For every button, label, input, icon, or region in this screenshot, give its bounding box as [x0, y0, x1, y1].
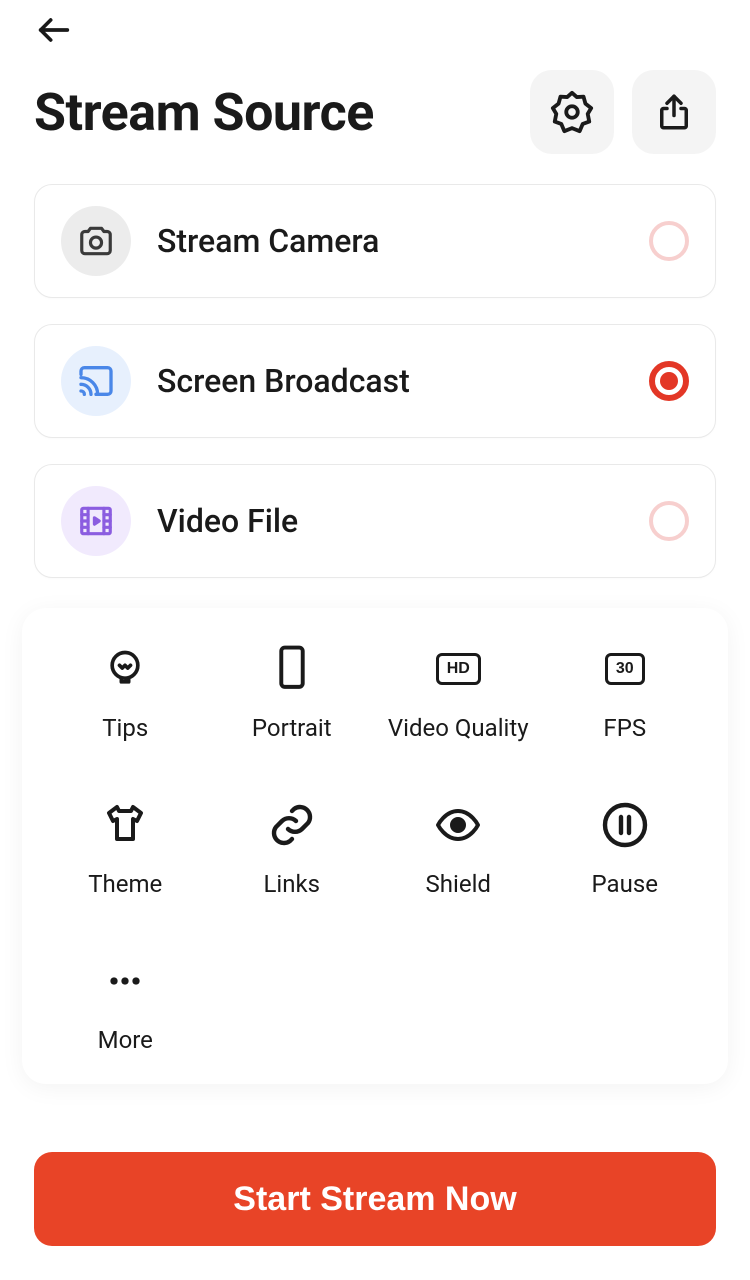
source-item-video-file[interactable]: Video File — [34, 464, 716, 578]
start-stream-button[interactable]: Start Stream Now — [34, 1152, 716, 1246]
cast-icon — [61, 346, 131, 416]
link-icon — [267, 800, 317, 850]
option-more[interactable]: More — [42, 956, 209, 1054]
option-label: Video Quality — [388, 714, 529, 742]
source-label: Stream Camera — [157, 222, 649, 260]
camera-icon — [61, 206, 131, 276]
radio-video-file[interactable] — [649, 501, 689, 541]
fps-icon: 30 — [600, 644, 650, 694]
hd-icon: HD — [433, 644, 483, 694]
gear-icon — [549, 89, 595, 135]
option-label: Links — [263, 870, 320, 898]
shirt-icon — [100, 800, 150, 850]
option-label: Tips — [102, 714, 148, 742]
option-theme[interactable]: Theme — [42, 800, 209, 898]
source-item-broadcast[interactable]: Screen Broadcast — [34, 324, 716, 438]
film-icon — [61, 486, 131, 556]
portrait-icon — [267, 644, 317, 694]
back-button[interactable] — [34, 10, 74, 50]
option-label: Portrait — [252, 714, 332, 742]
arrow-left-icon — [34, 10, 74, 50]
option-pause[interactable]: Pause — [542, 800, 709, 898]
page-title: Stream Source — [34, 82, 374, 143]
more-icon — [100, 956, 150, 1006]
lightbulb-icon — [100, 644, 150, 694]
source-label: Video File — [157, 502, 649, 540]
option-fps[interactable]: 30 FPS — [542, 644, 709, 742]
options-card: Tips Portrait HD Video Quality 30 FPS Th… — [22, 608, 728, 1084]
share-icon — [653, 91, 695, 133]
share-button[interactable] — [632, 70, 716, 154]
option-label: Theme — [88, 870, 162, 898]
option-video-quality[interactable]: HD Video Quality — [375, 644, 542, 742]
settings-button[interactable] — [530, 70, 614, 154]
radio-broadcast[interactable] — [649, 361, 689, 401]
source-item-camera[interactable]: Stream Camera — [34, 184, 716, 298]
source-label: Screen Broadcast — [157, 362, 649, 400]
option-label: FPS — [603, 714, 646, 742]
eye-icon — [433, 800, 483, 850]
pause-icon — [600, 800, 650, 850]
option-label: Pause — [592, 870, 658, 898]
option-portrait[interactable]: Portrait — [209, 644, 376, 742]
option-label: More — [98, 1026, 153, 1054]
option-tips[interactable]: Tips — [42, 644, 209, 742]
option-links[interactable]: Links — [209, 800, 376, 898]
radio-camera[interactable] — [649, 221, 689, 261]
option-shield[interactable]: Shield — [375, 800, 542, 898]
option-label: Shield — [426, 870, 491, 898]
